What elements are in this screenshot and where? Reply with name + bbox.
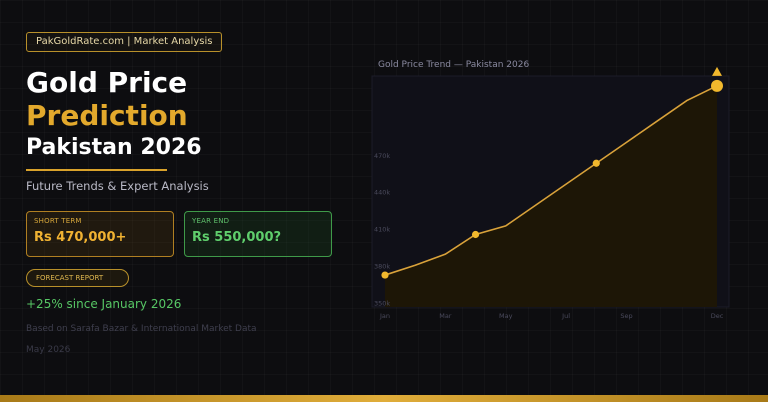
up-arrow-icon [712, 66, 722, 76]
chart-data-point [711, 79, 723, 92]
chart-data-point [471, 230, 480, 239]
chart-x-tick-label: Sep [620, 312, 632, 320]
chart-y-tick-label: 410k [374, 226, 390, 234]
chart-y-tick-label: 470k [374, 152, 390, 160]
chart-x-tick-label: Dec [711, 312, 724, 320]
chart-y-tick-label: 380k [374, 262, 390, 270]
price-trend-chart: 350k 380k 410k 440k 470k Jan Mar May Jul Sep Dec [371, 66, 730, 320]
chart-data-point [381, 271, 389, 279]
chart-x-tick-label: May [499, 312, 513, 320]
chart-y-tick-label: 440k [374, 189, 390, 197]
bottom-accent-bar [0, 395, 768, 402]
chart-data-point [592, 159, 600, 167]
chart-x-tick-label: Jan [379, 312, 390, 320]
chart-x-tick-label: Mar [439, 312, 452, 320]
chart-x-tick-label: Jul [561, 312, 570, 320]
chart-y-tick-label: 350k [374, 299, 390, 307]
